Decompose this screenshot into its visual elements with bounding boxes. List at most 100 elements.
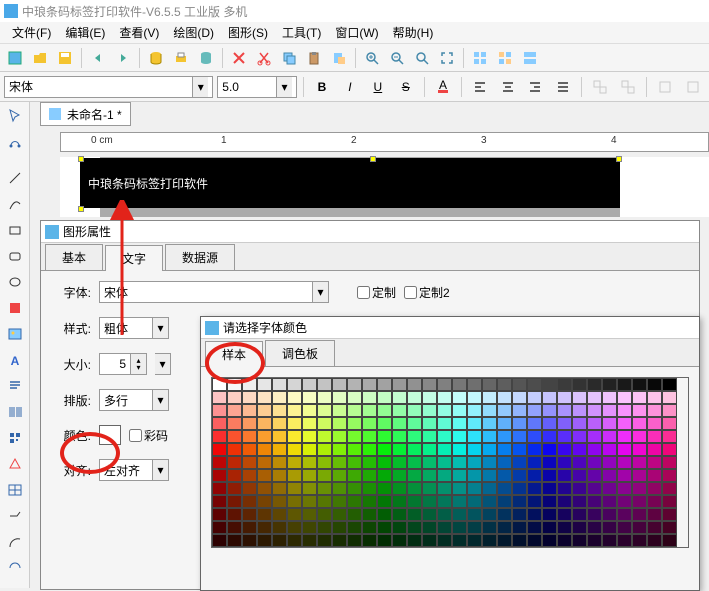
color-swatch[interactable] xyxy=(587,443,602,456)
color-swatch[interactable] xyxy=(242,456,257,469)
connector-tool[interactable] xyxy=(2,504,28,528)
shape-tool[interactable] xyxy=(2,452,28,476)
color-swatch[interactable] xyxy=(422,417,437,430)
color-swatch[interactable] xyxy=(452,534,467,547)
color-swatch[interactable] xyxy=(212,391,227,404)
color-swatch[interactable] xyxy=(617,508,632,521)
align-center-button[interactable] xyxy=(496,76,520,98)
color-swatch[interactable] xyxy=(572,430,587,443)
color-swatch[interactable] xyxy=(347,521,362,534)
color-swatch[interactable] xyxy=(287,443,302,456)
color-swatch[interactable] xyxy=(512,391,527,404)
color-swatch[interactable] xyxy=(272,404,287,417)
font-combo[interactable]: 宋体 ▾ xyxy=(4,76,213,98)
open-button[interactable] xyxy=(29,47,51,69)
color-swatch[interactable] xyxy=(497,443,512,456)
color-swatch[interactable] xyxy=(332,404,347,417)
color-swatch[interactable] xyxy=(407,404,422,417)
grid-button[interactable] xyxy=(469,47,491,69)
color-swatch[interactable] xyxy=(602,417,617,430)
color-swatch[interactable] xyxy=(647,521,662,534)
color-swatch[interactable] xyxy=(482,508,497,521)
color-swatch[interactable] xyxy=(302,391,317,404)
color-swatch[interactable] xyxy=(392,404,407,417)
color-swatch[interactable] xyxy=(632,469,647,482)
color-swatch[interactable] xyxy=(257,443,272,456)
cut-button[interactable] xyxy=(253,47,275,69)
color-swatch[interactable] xyxy=(557,443,572,456)
color-swatch[interactable] xyxy=(287,521,302,534)
color-swatch[interactable] xyxy=(632,482,647,495)
color-swatch[interactable] xyxy=(377,482,392,495)
color-swatch[interactable] xyxy=(632,391,647,404)
color-swatch[interactable] xyxy=(242,417,257,430)
color-swatch[interactable] xyxy=(302,378,317,391)
tab-sample[interactable]: 样本 xyxy=(205,341,263,367)
color-swatch[interactable] xyxy=(482,534,497,547)
color-swatch[interactable] xyxy=(572,469,587,482)
color-swatch[interactable] xyxy=(317,378,332,391)
color-swatch[interactable] xyxy=(647,443,662,456)
color-swatch[interactable] xyxy=(602,469,617,482)
color-swatch[interactable] xyxy=(542,430,557,443)
color-swatch[interactable] xyxy=(527,391,542,404)
color-swatch[interactable] xyxy=(332,456,347,469)
color-swatch[interactable] xyxy=(542,404,557,417)
color-swatch[interactable] xyxy=(332,508,347,521)
color-swatch[interactable] xyxy=(257,391,272,404)
color-swatch[interactable] xyxy=(572,417,587,430)
color-swatch[interactable] xyxy=(587,417,602,430)
color-swatch[interactable] xyxy=(512,482,527,495)
color-swatch[interactable] xyxy=(497,404,512,417)
color-swatch[interactable] xyxy=(452,469,467,482)
color-swatch[interactable] xyxy=(212,417,227,430)
zoom-fit-button[interactable] xyxy=(411,47,433,69)
color-swatch[interactable] xyxy=(272,378,287,391)
roundrect-tool[interactable] xyxy=(2,244,28,268)
tab-basic[interactable]: 基本 xyxy=(45,244,103,270)
color-swatch[interactable] xyxy=(332,378,347,391)
color-swatch[interactable] xyxy=(602,521,617,534)
color-swatch[interactable] xyxy=(242,469,257,482)
color-swatch[interactable] xyxy=(377,456,392,469)
color-swatch[interactable] xyxy=(587,482,602,495)
color-swatch[interactable] xyxy=(392,521,407,534)
db2-button[interactable] xyxy=(195,47,217,69)
color-swatch[interactable] xyxy=(542,417,557,430)
color-swatch[interactable] xyxy=(437,430,452,443)
color-swatch[interactable] xyxy=(392,378,407,391)
color-swatch[interactable] xyxy=(497,391,512,404)
color-swatch[interactable] xyxy=(362,391,377,404)
color-swatch[interactable] xyxy=(467,495,482,508)
color-swatch[interactable] xyxy=(512,508,527,521)
color-swatch[interactable] xyxy=(512,495,527,508)
color-swatch[interactable] xyxy=(647,456,662,469)
color-swatch[interactable] xyxy=(272,443,287,456)
color-swatch[interactable] xyxy=(452,456,467,469)
color-swatch[interactable] xyxy=(377,391,392,404)
arc2-tool[interactable] xyxy=(2,556,28,580)
color-swatch[interactable] xyxy=(227,482,242,495)
menu-view[interactable]: 查看(V) xyxy=(113,22,165,43)
color-swatch[interactable] xyxy=(482,430,497,443)
color-swatch[interactable] xyxy=(377,443,392,456)
color-swatch[interactable] xyxy=(437,404,452,417)
color-swatch[interactable] xyxy=(257,417,272,430)
color-swatch[interactable] xyxy=(212,456,227,469)
color-swatch[interactable] xyxy=(242,521,257,534)
color-swatch[interactable] xyxy=(317,443,332,456)
color-swatch[interactable] xyxy=(392,469,407,482)
color-swatch[interactable] xyxy=(212,469,227,482)
color-swatch[interactable] xyxy=(632,456,647,469)
color-swatch[interactable] xyxy=(617,495,632,508)
color-swatch[interactable] xyxy=(542,534,557,547)
color-swatch[interactable] xyxy=(302,430,317,443)
color-swatch[interactable] xyxy=(332,495,347,508)
color-swatch[interactable] xyxy=(662,378,677,391)
color-swatch[interactable] xyxy=(632,443,647,456)
color-swatch[interactable] xyxy=(542,482,557,495)
color-swatch[interactable] xyxy=(377,378,392,391)
color-swatch[interactable] xyxy=(437,534,452,547)
color-swatch[interactable] xyxy=(257,482,272,495)
color-swatch[interactable] xyxy=(392,534,407,547)
